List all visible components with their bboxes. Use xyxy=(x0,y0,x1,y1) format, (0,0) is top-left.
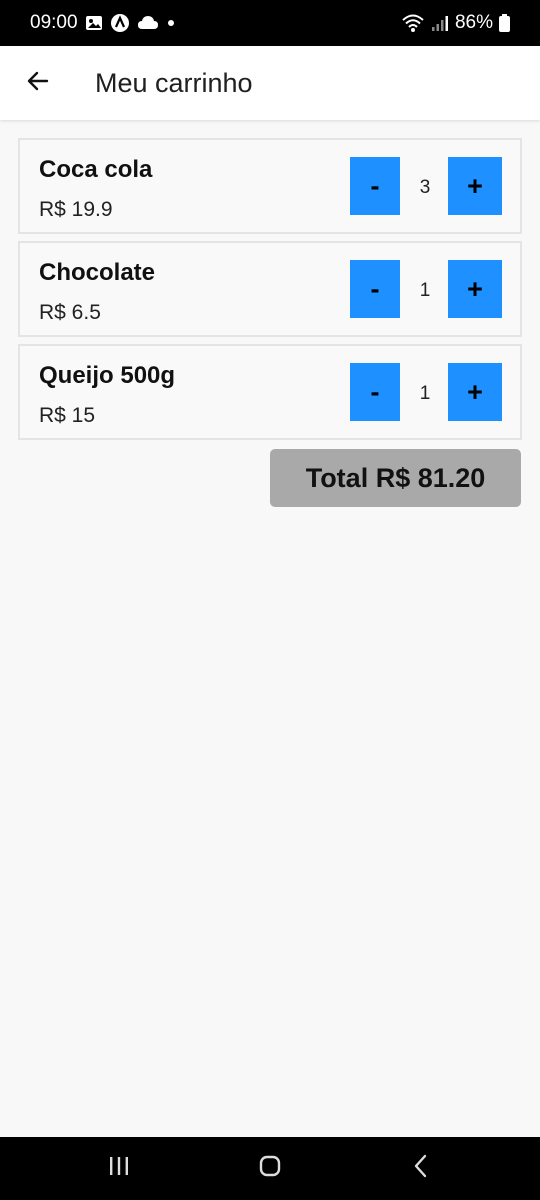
cloud-icon xyxy=(137,15,159,31)
item-price: R$ 15 xyxy=(39,404,96,427)
dot-icon xyxy=(166,18,176,28)
item-name: Queijo 500g xyxy=(39,362,176,389)
total-display: Total R$ 81.20 xyxy=(270,449,521,507)
battery-icon xyxy=(499,14,510,32)
item-name: Coca cola xyxy=(39,156,153,183)
recents-button[interactable] xyxy=(84,1137,154,1200)
cart-item: Queijo 500g R$ 15 - 1 + xyxy=(18,344,522,440)
home-icon xyxy=(258,1154,282,1183)
increase-quantity-button[interactable]: + xyxy=(448,157,502,215)
arrow-left-icon xyxy=(25,68,51,99)
image-icon xyxy=(85,14,103,32)
item-price: R$ 19.9 xyxy=(39,198,113,221)
cart-item: Chocolate R$ 6.5 - 1 + xyxy=(18,241,522,337)
status-right: 86% xyxy=(401,12,510,34)
increase-quantity-button[interactable]: + xyxy=(448,363,502,421)
system-back-button[interactable] xyxy=(386,1137,456,1200)
system-nav-bar xyxy=(0,1137,540,1200)
status-left: 09:00 xyxy=(30,12,176,34)
app-bar: Meu carrinho xyxy=(0,46,540,120)
signal-icon xyxy=(431,14,449,32)
quantity-value: 1 xyxy=(419,383,431,404)
decrease-quantity-button[interactable]: - xyxy=(350,157,400,215)
quantity-value: 1 xyxy=(419,280,431,301)
cart-item: Coca cola R$ 19.9 - 3 + xyxy=(18,138,522,234)
item-name: Chocolate xyxy=(39,259,156,286)
recents-icon xyxy=(107,1155,131,1182)
back-button[interactable] xyxy=(20,65,56,101)
battery-percent: 86% xyxy=(454,12,493,33)
home-button[interactable] xyxy=(235,1137,305,1200)
decrease-quantity-button[interactable]: - xyxy=(350,363,400,421)
back-icon xyxy=(411,1154,431,1183)
status-time: 09:00 xyxy=(30,12,78,33)
wifi-icon xyxy=(401,13,425,33)
increase-quantity-button[interactable]: + xyxy=(448,260,502,318)
page-title: Meu carrinho xyxy=(95,67,253,98)
item-price: R$ 6.5 xyxy=(39,301,101,324)
app-icon xyxy=(110,13,130,33)
status-bar: 09:00 86% xyxy=(0,0,540,46)
cart-list: Coca cola R$ 19.9 - 3 + Chocolate R$ 6.5… xyxy=(18,138,522,447)
decrease-quantity-button[interactable]: - xyxy=(350,260,400,318)
quantity-value: 3 xyxy=(419,177,431,198)
